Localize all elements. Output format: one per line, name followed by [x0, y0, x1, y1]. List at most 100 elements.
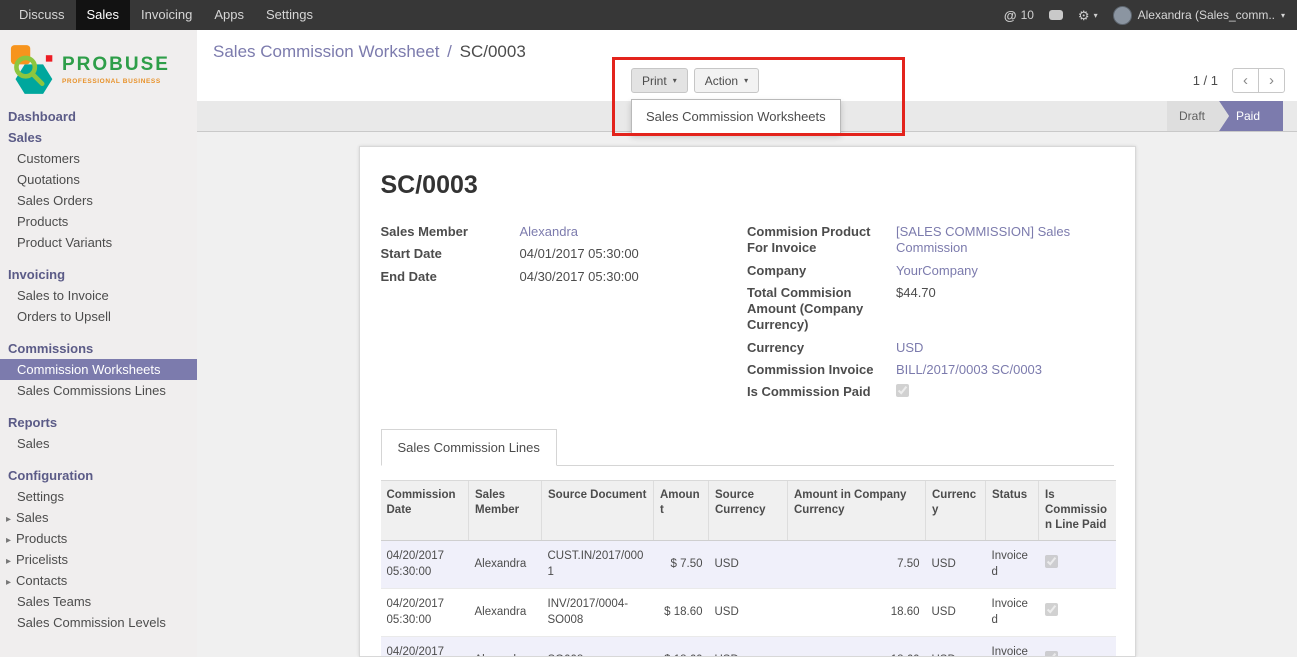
sidebar-section-invoicing[interactable]: Invoicing — [0, 264, 197, 285]
field-value-is-commission-paid — [896, 384, 1114, 401]
sidebar-item-orders-to-upsell[interactable]: Orders to Upsell — [0, 306, 197, 327]
user-menu[interactable]: Alexandra (Sales_comm.. ▾ — [1113, 6, 1285, 25]
sidebar-item-label: Sales — [16, 510, 49, 525]
cell-currency[interactable]: USD — [926, 541, 986, 589]
menu-discuss[interactable]: Discuss — [8, 0, 76, 30]
pager-value[interactable]: 1 / 1 — [1193, 73, 1218, 88]
column-source-document[interactable]: Source Document — [542, 481, 654, 541]
column-status[interactable]: Status — [986, 481, 1039, 541]
cell-status[interactable]: Invoiced — [986, 589, 1039, 637]
field-value-commission-invoice[interactable]: BILL/2017/0003 SC/0003 — [896, 362, 1114, 378]
sidebar-item-config-products[interactable]: ▸Products — [0, 528, 197, 549]
column-amount[interactable]: Amount — [654, 481, 709, 541]
action-button-group: Print ▾ Action ▾ Sales Commission Worksh… — [631, 68, 759, 93]
sidebar-item-commission-worksheets[interactable]: Commission Worksheets — [0, 359, 197, 380]
print-button[interactable]: Print ▾ — [631, 68, 688, 93]
cell-sales-member[interactable]: Alexandra — [469, 541, 542, 589]
sidebar-item-dashboard[interactable]: Dashboard — [0, 106, 197, 127]
menu-apps[interactable]: Apps — [203, 0, 255, 30]
column-source-currency[interactable]: Source Currency — [709, 481, 788, 541]
column-sales-member[interactable]: Sales Member — [469, 481, 542, 541]
cell-currency[interactable]: USD — [926, 589, 986, 637]
sidebar-section-reports[interactable]: Reports — [0, 412, 197, 433]
sidebar-item-sales-orders[interactable]: Sales Orders — [0, 190, 197, 211]
sidebar-section-sales[interactable]: Sales — [0, 127, 197, 148]
submenu-arrow-icon: ▸ — [6, 556, 16, 567]
mentions-counter[interactable]: @ 10 — [1004, 8, 1034, 23]
sidebar-item-settings[interactable]: Settings — [0, 486, 197, 507]
cell-source-document[interactable]: SO008 — [542, 637, 654, 657]
table-row[interactable]: 04/20/2017 10:35:53 Alexandra SO008 $ 18… — [381, 637, 1116, 657]
sidebar-item-quotations[interactable]: Quotations — [0, 169, 197, 190]
submenu-arrow-icon: ▸ — [6, 514, 16, 525]
cell-amount[interactable]: $ 7.50 — [654, 541, 709, 589]
field-label-commission-product: Commision Product For Invoice — [747, 224, 890, 257]
column-amount-in-company-currency[interactable]: Amount in Company Currency — [788, 481, 926, 541]
cell-source-document[interactable]: CUST.IN/2017/0001 — [542, 541, 654, 589]
field-value-company[interactable]: YourCompany — [896, 263, 1114, 279]
cell-sales-member[interactable]: Alexandra — [469, 589, 542, 637]
menu-invoicing[interactable]: Invoicing — [130, 0, 203, 30]
record-title: SC/0003 — [381, 171, 1114, 200]
messages-menu[interactable] — [1049, 10, 1063, 20]
cell-status[interactable]: Invoiced — [986, 541, 1039, 589]
menu-item-sales-commission-worksheets[interactable]: Sales Commission Worksheets — [632, 104, 840, 129]
cell-commission-date[interactable]: 04/20/2017 05:30:00 — [381, 589, 469, 637]
cell-amount[interactable]: $ 18.60 — [654, 589, 709, 637]
action-button[interactable]: Action ▾ — [694, 68, 759, 93]
sidebar-item-product-variants[interactable]: Product Variants — [0, 232, 197, 253]
sidebar-section-configuration[interactable]: Configuration — [0, 465, 197, 486]
status-draft[interactable]: Draft — [1167, 101, 1229, 131]
menu-sales[interactable]: Sales — [76, 0, 131, 30]
cell-line-paid[interactable] — [1039, 637, 1116, 657]
field-label-sales-member: Sales Member — [381, 224, 514, 240]
breadcrumb-parent-link[interactable]: Sales Commission Worksheet — [213, 42, 439, 61]
cell-line-paid[interactable] — [1039, 589, 1116, 637]
table-row[interactable]: 04/20/2017 05:30:00 Alexandra CUST.IN/20… — [381, 541, 1116, 589]
cell-sales-member[interactable]: Alexandra — [469, 637, 542, 657]
field-value-currency[interactable]: USD — [896, 340, 1114, 356]
column-currency[interactable]: Currency — [926, 481, 986, 541]
field-value-sales-member[interactable]: Alexandra — [520, 224, 748, 240]
table-row[interactable]: 04/20/2017 05:30:00 Alexandra INV/2017/0… — [381, 589, 1116, 637]
sidebar-section-commissions[interactable]: Commissions — [0, 338, 197, 359]
cell-commission-date[interactable]: 04/20/2017 10:35:53 — [381, 637, 469, 657]
sidebar-item-sales-teams[interactable]: Sales Teams — [0, 591, 197, 612]
pager-previous-button[interactable]: ‹ — [1232, 68, 1259, 93]
cell-line-paid[interactable] — [1039, 541, 1116, 589]
cell-status[interactable]: Invoiced — [986, 637, 1039, 657]
caret-down-icon: ▾ — [1094, 11, 1098, 20]
cell-source-currency[interactable]: USD — [709, 637, 788, 657]
cell-amount[interactable]: $ 18.60 — [654, 637, 709, 657]
sidebar-item-config-sales[interactable]: ▸Sales — [0, 507, 197, 528]
cell-source-currency[interactable]: USD — [709, 541, 788, 589]
sidebar-item-reports-sales[interactable]: Sales — [0, 433, 197, 454]
debug-menu[interactable]: ⚙ ▾ — [1078, 9, 1098, 22]
tab-sales-commission-lines[interactable]: Sales Commission Lines — [381, 429, 557, 466]
cell-currency[interactable]: USD — [926, 637, 986, 657]
mention-count: 10 — [1021, 8, 1034, 22]
menu-settings[interactable]: Settings — [255, 0, 324, 30]
field-label-currency: Currency — [747, 340, 890, 356]
sidebar-item-sales-commission-levels[interactable]: Sales Commission Levels — [0, 612, 197, 633]
submenu-arrow-icon: ▸ — [6, 577, 16, 588]
cell-amount-in-company-currency[interactable]: 18.60 — [788, 637, 926, 657]
cell-source-document[interactable]: INV/2017/0004-SO008 — [542, 589, 654, 637]
sidebar-item-products[interactable]: Products — [0, 211, 197, 232]
sidebar-item-sales-to-invoice[interactable]: Sales to Invoice — [0, 285, 197, 306]
sidebar-item-config-contacts[interactable]: ▸Contacts — [0, 570, 197, 591]
cell-amount-in-company-currency[interactable]: 7.50 — [788, 541, 926, 589]
column-is-commission-line-paid[interactable]: Is Commission Line Paid — [1039, 481, 1116, 541]
column-commission-date[interactable]: Commission Date — [381, 481, 469, 541]
sidebar-item-config-pricelists[interactable]: ▸Pricelists — [0, 549, 197, 570]
pager-next-button[interactable]: › — [1258, 68, 1285, 93]
app-logo[interactable]: PROBUSE PROFESSIONAL BUSINESS — [0, 30, 197, 106]
cell-amount-in-company-currency[interactable]: 18.60 — [788, 589, 926, 637]
form-sheet: SC/0003 Sales Member Alexandra Start Dat… — [359, 146, 1136, 657]
sidebar-item-sales-commissions-lines[interactable]: Sales Commissions Lines — [0, 380, 197, 401]
cell-source-currency[interactable]: USD — [709, 589, 788, 637]
field-value-commission-product[interactable]: [SALES COMMISSION] Sales Commission — [896, 224, 1114, 257]
cell-commission-date[interactable]: 04/20/2017 05:30:00 — [381, 541, 469, 589]
logo-title: PROBUSE — [62, 54, 170, 76]
sidebar-item-customers[interactable]: Customers — [0, 148, 197, 169]
